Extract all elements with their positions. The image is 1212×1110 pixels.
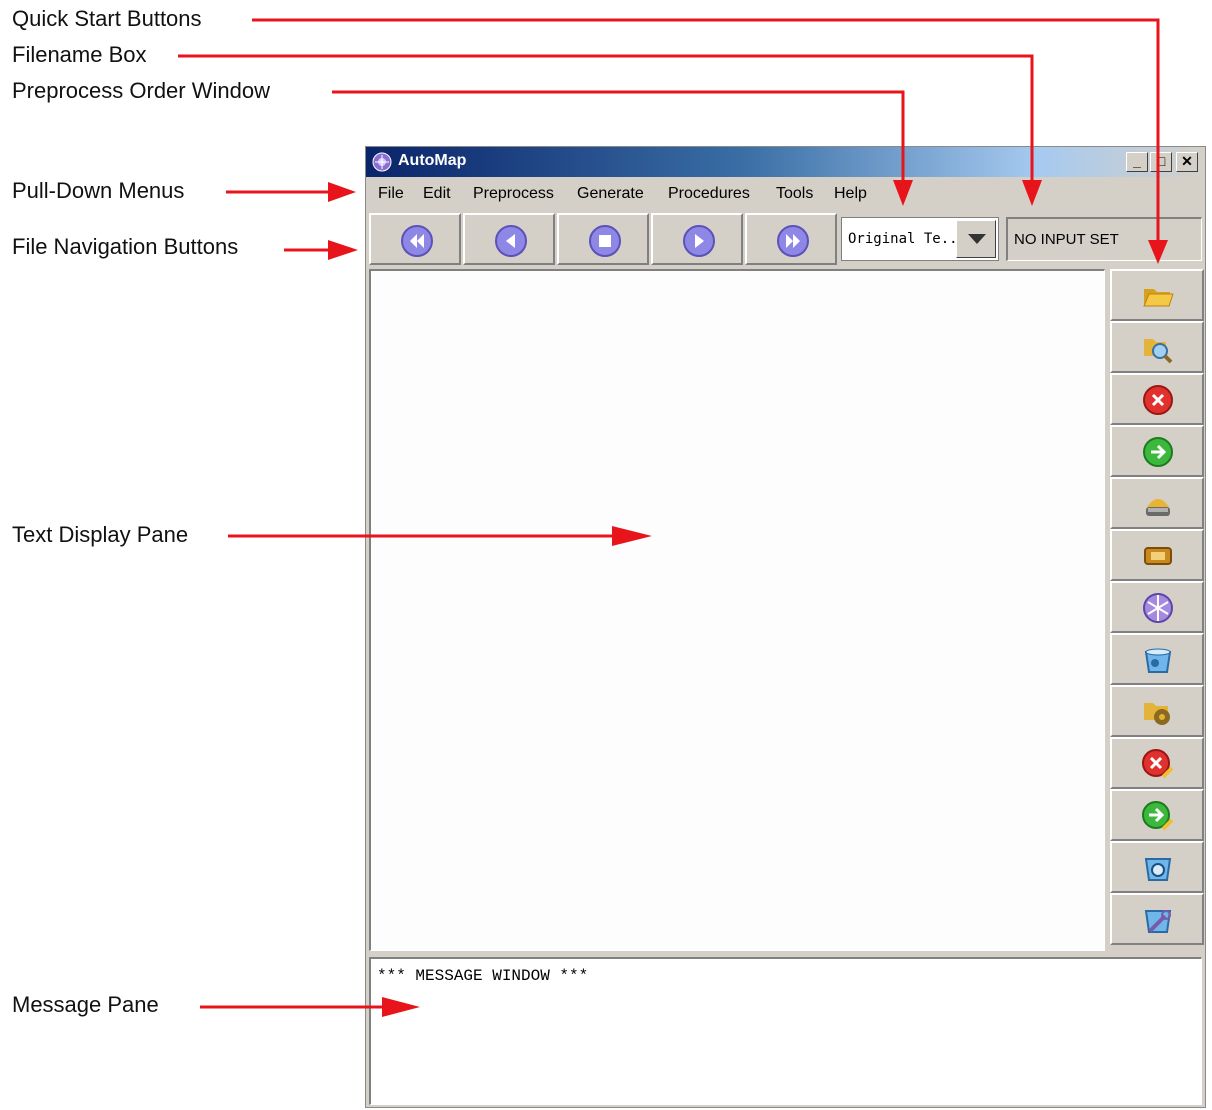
quick-run-edit-button[interactable] (1110, 789, 1204, 841)
nav-first-button[interactable] (369, 213, 461, 265)
delete-edit-icon (1142, 749, 1174, 779)
open-folder-icon (1143, 289, 1174, 307)
callout-quick-start: Quick Start Buttons (12, 6, 202, 31)
last-icon (777, 225, 809, 257)
nav-next-button[interactable] (651, 213, 743, 265)
menu-help[interactable]: Help (834, 185, 867, 203)
next-icon (683, 225, 715, 257)
quick-cup-search-button[interactable] (1110, 841, 1204, 893)
quick-folder-gear-button[interactable] (1110, 685, 1204, 737)
preprocess-order-value: Original Te... (848, 231, 967, 247)
automap-window: AutoMap _ □ ✕ File Edit Preprocess Gener… (365, 146, 1206, 1108)
run-edit-icon (1142, 801, 1174, 831)
first-icon (401, 225, 433, 257)
nav-last-button[interactable] (745, 213, 837, 265)
window-title: AutoMap (398, 152, 467, 169)
quick-cup-button[interactable] (1110, 633, 1204, 685)
previous-icon (495, 225, 527, 257)
chevron-down-icon (968, 234, 986, 244)
title-bar[interactable]: AutoMap _ □ ✕ (366, 147, 1205, 177)
quick-search-folder-button[interactable] (1110, 321, 1204, 373)
run-green-icon (1143, 437, 1173, 467)
quick-database-button[interactable] (1110, 477, 1204, 529)
dropdown-arrow-button[interactable] (956, 220, 996, 258)
arrowhead-nav (328, 240, 358, 260)
menu-edit[interactable]: Edit (423, 185, 451, 203)
menu-generate[interactable]: Generate (577, 185, 644, 203)
quick-chip-button[interactable] (1110, 529, 1204, 581)
menu-preprocess[interactable]: Preprocess (473, 185, 554, 203)
quick-open-button[interactable] (1110, 269, 1204, 321)
menu-file[interactable]: File (378, 185, 404, 203)
cup-search-icon (1144, 858, 1172, 881)
network-icon (1143, 593, 1173, 623)
callout-file-nav: File Navigation Buttons (12, 234, 239, 259)
callout-message-pane: Message Pane (12, 992, 159, 1017)
cup-icon (1144, 648, 1172, 673)
text-display-pane[interactable] (369, 269, 1105, 951)
quick-tools-button[interactable] (1110, 893, 1204, 945)
menu-bar: File Edit Preprocess Generate Procedures… (366, 177, 1205, 209)
quick-start-bar (1110, 269, 1204, 951)
message-window-text: *** MESSAGE WINDOW *** (377, 967, 589, 985)
nav-stop-button[interactable] (557, 213, 649, 265)
callout-preprocess-order: Preprocess Order Window (12, 78, 270, 103)
file-navigation-bar: Original Te... NO INPUT SET (366, 211, 1205, 267)
callout-text-display: Text Display Pane (12, 522, 189, 547)
search-folder-icon (1144, 339, 1173, 364)
folder-gear-icon (1144, 703, 1170, 725)
menu-tools[interactable]: Tools (776, 185, 813, 203)
callout-pull-down-menus: Pull-Down Menus (12, 178, 185, 203)
menu-procedures[interactable]: Procedures (668, 185, 750, 203)
chip-icon (1144, 547, 1172, 565)
minimize-button[interactable]: _ (1126, 152, 1148, 172)
arrowhead-menus (328, 182, 356, 202)
callout-filename-box: Filename Box (12, 42, 147, 67)
close-button[interactable]: ✕ (1176, 152, 1198, 172)
close-red-icon (1143, 385, 1173, 415)
filename-box: NO INPUT SET (1006, 217, 1202, 261)
filename-value: NO INPUT SET (1014, 231, 1119, 248)
quick-close-button[interactable] (1110, 373, 1204, 425)
database-icon (1146, 499, 1170, 516)
automap-logo-icon (372, 152, 392, 172)
tools-icon (1144, 910, 1172, 933)
stop-icon (589, 225, 621, 257)
message-pane[interactable]: *** MESSAGE WINDOW *** (369, 957, 1202, 1105)
quick-run-button[interactable] (1110, 425, 1204, 477)
quick-delete-edit-button[interactable] (1110, 737, 1204, 789)
nav-previous-button[interactable] (463, 213, 555, 265)
preprocess-order-select[interactable]: Original Te... (841, 217, 999, 261)
maximize-button[interactable]: □ (1150, 152, 1172, 172)
quick-network-button[interactable] (1110, 581, 1204, 633)
